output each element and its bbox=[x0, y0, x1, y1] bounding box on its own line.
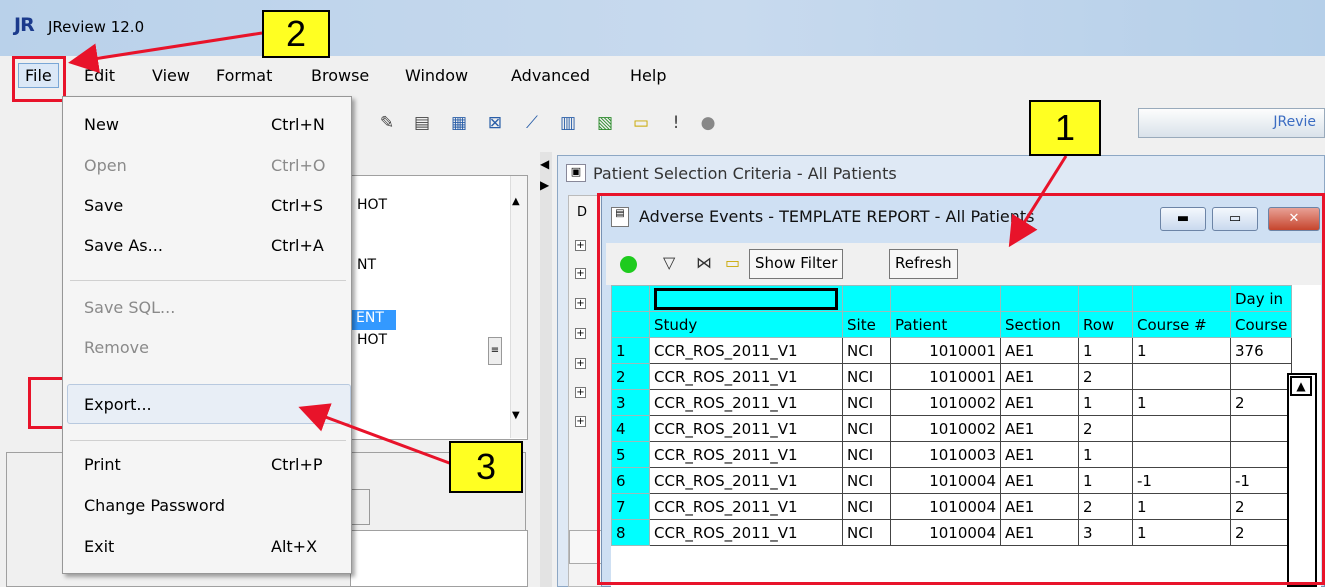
arrow-to-report-window bbox=[1008, 155, 1068, 248]
annotation-arrows bbox=[68, 31, 1068, 466]
callout-number-2: 2 bbox=[262, 10, 330, 58]
arrow-to-file-menu bbox=[68, 31, 263, 74]
callout-number-3: 3 bbox=[449, 441, 523, 493]
callout-number-1: 1 bbox=[1029, 100, 1101, 156]
arrow-to-export bbox=[298, 403, 453, 466]
